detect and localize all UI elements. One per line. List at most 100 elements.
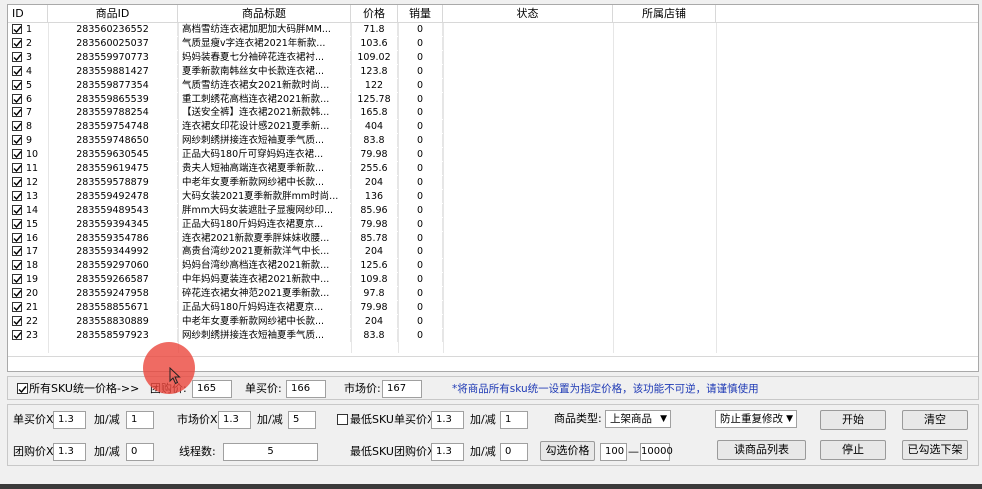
group-add-input[interactable]: 0 [126, 443, 154, 461]
table-row[interactable]: 9 283559748650 网纱刺绣拼接连衣短袖夏季气质... 83.8 0 [8, 134, 978, 148]
row-checkbox[interactable] [12, 176, 22, 187]
table-row[interactable]: 14 283559489543 胖mm大码女装遮肚子显瘦网纱印... 85.96 0 [8, 203, 978, 217]
market-add-input[interactable]: 5 [288, 411, 316, 429]
col-status-header[interactable]: 状态 [443, 5, 613, 22]
table-row[interactable]: 18 283559297060 妈妈台湾纱高档连衣裙2021新款... 125.6 0 [8, 259, 978, 273]
table-row[interactable]: 6 283559865539 重工刺绣花高档连衣裙2021新款... 125.78 0 [8, 92, 978, 106]
group-mult-input[interactable]: 1.3 [53, 443, 86, 461]
market-price-input[interactable]: 167 [382, 380, 422, 398]
row-checkbox[interactable] [12, 302, 22, 312]
table-row[interactable]: 10 283559630545 正品大码180斤可穿妈妈连衣裙... 79.98 0 [8, 148, 978, 162]
cell-title: 【送安全裤】连衣裙2021新款韩... [178, 106, 351, 120]
table-row[interactable]: 3 283559970773 妈妈装春夏七分袖碎花连衣裙衬... 109.02 0 [8, 50, 978, 64]
col-title-header[interactable]: 商品标题 [178, 5, 351, 22]
product-type-select[interactable]: 上架商品 ▼ [605, 410, 671, 428]
row-checkbox[interactable] [12, 274, 22, 285]
table-row[interactable]: 11 283559619475 贵夫人短袖高端连衣裙夏季新款... 255.6 0 [8, 162, 978, 175]
row-checkbox[interactable] [12, 315, 22, 326]
row-checkbox[interactable] [12, 79, 22, 90]
select-price-button[interactable]: 勾选价格 [540, 441, 595, 461]
anti-dup-select[interactable]: 防止重复修改 ▼ [715, 410, 797, 428]
single-add-input[interactable]: 1 [126, 411, 154, 429]
row-checkbox[interactable] [12, 135, 22, 146]
row-checkbox[interactable] [12, 246, 22, 257]
row-checkbox[interactable] [12, 93, 22, 104]
min-sku-group-label: 最低SKU团购价X [350, 445, 435, 458]
row-checkbox[interactable] [12, 65, 22, 76]
table-row[interactable]: 23 283558597923 网纱刺绣拼接连衣短袖夏季气质... 83.8 0 [8, 328, 978, 342]
col-sales-header[interactable]: 销量 [398, 5, 443, 22]
row-checkbox[interactable] [12, 260, 22, 271]
cell-title: 正品大码180斤妈妈连衣裙夏京... [178, 301, 351, 314]
table-row[interactable]: 19 283559266587 中年妈妈夏装连衣裙2021新款中... 109.8 0 [8, 273, 978, 287]
group-price-input[interactable]: 165 [192, 380, 232, 398]
row-checkbox[interactable] [12, 149, 22, 160]
row-checkbox[interactable] [12, 51, 22, 62]
cell-sales: 0 [398, 50, 443, 64]
cell-price: 79.98 [351, 301, 398, 314]
table-row[interactable]: 22 283558830889 中老年女夏季新款网纱裙中长款... 204 0 [8, 314, 978, 328]
table-row[interactable]: 20 283559247958 碎花连衣裙女神范2021夏季新款... 97.8 0 [8, 287, 978, 301]
single-mult-input[interactable]: 1.3 [53, 411, 86, 429]
row-checkbox[interactable] [12, 37, 22, 48]
table-row[interactable]: 2 283560025037 气质显瘦v字连衣裙2021年新款... 103.6 0 [8, 36, 978, 50]
table-row[interactable]: 21 283558855671 正品大码180斤妈妈连衣裙夏京... 79.98 0 [8, 301, 978, 314]
cell-title: 妈妈装春夏七分袖碎花连衣裙衬... [178, 50, 351, 64]
col-id-header[interactable]: ID [8, 5, 48, 22]
clear-button[interactable]: 清空 [902, 410, 968, 430]
cell-pid: 283559297060 [48, 259, 178, 273]
table-row[interactable]: 12 283559578879 中老年女夏季新款网纱裙中长款... 204 0 [8, 175, 978, 189]
cell-sales: 0 [398, 328, 443, 342]
min-sku-single-input[interactable]: 1.3 [431, 411, 464, 429]
row-checkbox[interactable] [12, 190, 22, 201]
delist-selected-button[interactable]: 已勾选下架 [902, 440, 968, 460]
table-row[interactable]: 7 283559788254 【送安全裤】连衣裙2021新款韩... 165.8 0 [8, 106, 978, 120]
min-sku-group-input[interactable]: 1.3 [431, 443, 464, 461]
row-checkbox[interactable] [12, 218, 22, 229]
start-button[interactable]: 开始 [820, 410, 886, 430]
market-mult-input[interactable]: 1.3 [218, 411, 251, 429]
cell-pid: 283559394345 [48, 217, 178, 231]
table-row[interactable]: 1 283560236552 高档雪纺连衣裙加肥加大码胖MM... 71.8 0 [8, 23, 978, 36]
product-table[interactable]: ID 商品ID 商品标题 价格 销量 状态 所属店铺 1 283560236552… [7, 4, 979, 372]
row-checkbox[interactable] [12, 232, 22, 243]
price-from-input[interactable]: 100 [600, 443, 627, 461]
threads-input[interactable]: 5 [223, 443, 318, 461]
cell-title: 中老年女夏季新款网纱裙中长款... [178, 175, 351, 189]
min-sku-single-add-input[interactable]: 1 [500, 411, 528, 429]
table-row[interactable]: 16 283559354786 连衣裙2021新款夏季胖妹妹收腰... 85.78 0 [8, 231, 978, 245]
single-price-input[interactable]: 166 [286, 380, 326, 398]
table-row[interactable]: 5 283559877354 气质雪纺连衣裙女2021新款时尚... 122 0 [8, 78, 978, 92]
row-checkbox[interactable] [12, 24, 22, 34]
row-id: 14 [26, 204, 39, 216]
col-product-id-header[interactable]: 商品ID [48, 5, 178, 22]
row-checkbox[interactable] [12, 107, 22, 118]
row-id: 12 [26, 176, 39, 188]
col-shop-header[interactable]: 所属店铺 [613, 5, 716, 22]
row-checkbox[interactable] [12, 121, 22, 132]
row-checkbox[interactable] [12, 329, 22, 340]
table-row[interactable]: 8 283559754748 连衣裙女印花设计感2021夏季新... 404 0 [8, 120, 978, 134]
min-sku-group-add-input[interactable]: 0 [500, 443, 528, 461]
table-row[interactable]: 15 283559394345 正品大码180斤妈妈连衣裙夏京... 79.98 0 [8, 217, 978, 231]
table-header: ID 商品ID 商品标题 价格 销量 状态 所属店铺 [8, 5, 978, 23]
price-range-dash: — [628, 445, 639, 458]
check-icon [13, 317, 22, 325]
col-price-header[interactable]: 价格 [351, 5, 398, 22]
row-checkbox[interactable] [12, 288, 22, 299]
cell-pid: 283559970773 [48, 50, 178, 64]
row-checkbox[interactable] [12, 163, 22, 173]
threads-label: 线程数: [179, 445, 216, 458]
price-to-input[interactable]: 10000 [640, 443, 673, 461]
table-row[interactable]: 13 283559492478 大码女装2021夏季新款胖mm时尚... 136 0 [8, 189, 978, 203]
cell-pid: 283559788254 [48, 106, 178, 120]
table-row[interactable]: 4 283559881427 夏季新款南韩丝女中长款连衣裙... 123.8 0 [8, 64, 978, 78]
read-product-list-button[interactable]: 读商品列表 [717, 440, 806, 460]
table-row[interactable]: 17 283559344992 高贵台湾纱2021夏新款洋气中长... 204 0 [8, 245, 978, 259]
row-id: 8 [26, 121, 33, 133]
stop-button[interactable]: 停止 [820, 440, 886, 460]
unify-sku-checkbox[interactable] [17, 383, 28, 394]
row-checkbox[interactable] [12, 204, 22, 215]
row-id: 13 [26, 190, 39, 202]
min-sku-checkbox[interactable] [337, 414, 348, 425]
